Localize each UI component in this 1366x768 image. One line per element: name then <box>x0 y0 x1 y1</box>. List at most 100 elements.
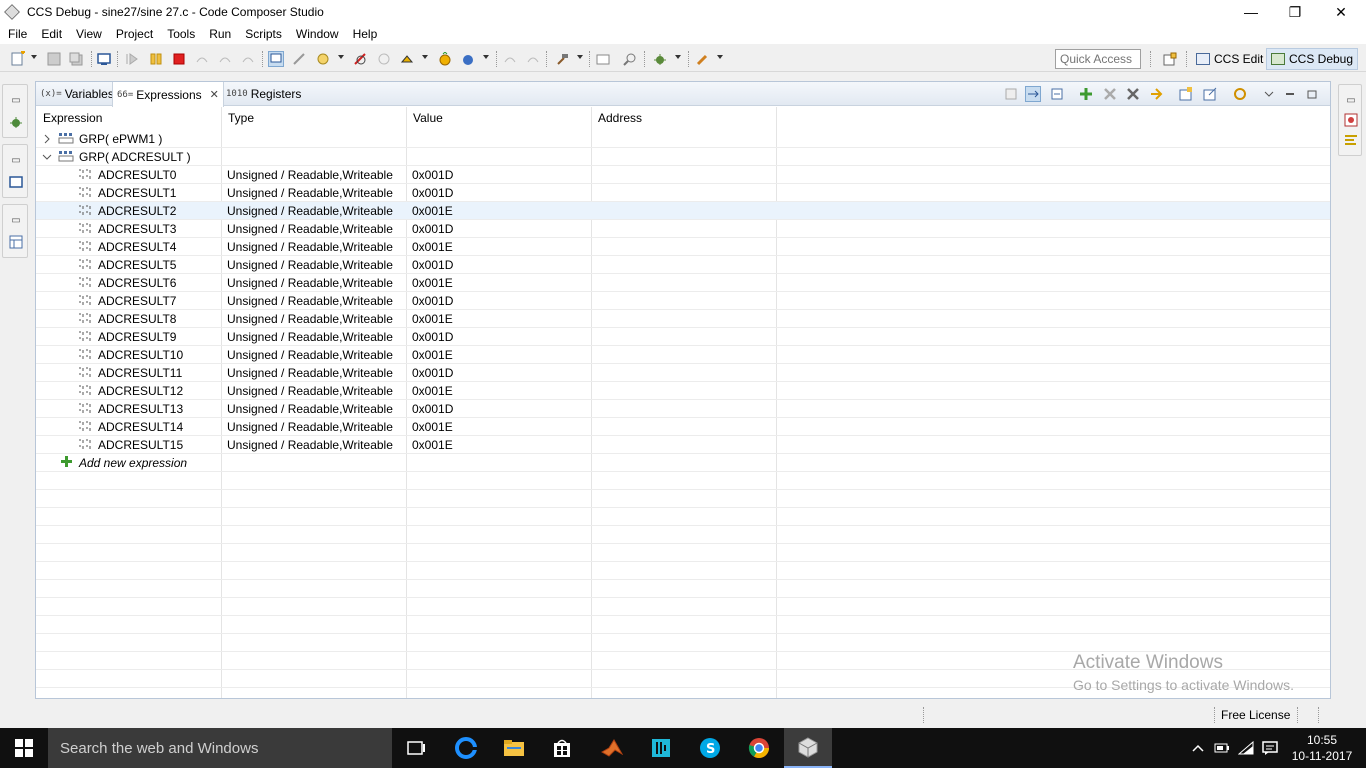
console-view-icon[interactable] <box>1343 133 1359 147</box>
build-config-icon[interactable] <box>460 51 476 67</box>
pin-app-icon[interactable] <box>637 728 685 768</box>
value-cell[interactable]: 0x001E <box>412 202 453 220</box>
debug-bug-dropdown-icon[interactable] <box>675 55 681 59</box>
step-back-icon[interactable] <box>502 51 518 67</box>
value-cell[interactable]: 0x001E <box>412 310 453 328</box>
show-type-icon[interactable] <box>1025 86 1041 102</box>
save-icon[interactable] <box>46 51 62 67</box>
task-view-icon[interactable] <box>392 728 440 768</box>
store-icon[interactable] <box>538 728 586 768</box>
import-icon[interactable] <box>1178 86 1194 102</box>
resume-icon[interactable] <box>124 51 140 67</box>
debug-config-icon[interactable] <box>437 51 453 67</box>
menu-project[interactable]: Project <box>109 27 160 41</box>
flash-icon[interactable] <box>399 51 415 67</box>
show-hidden-icons-icon[interactable] <box>1188 728 1208 768</box>
connect-icon[interactable] <box>291 51 307 67</box>
step-into-icon[interactable] <box>194 51 210 67</box>
memory-view-icon[interactable] <box>1343 113 1359 127</box>
load-dropdown-icon[interactable] <box>338 55 344 59</box>
menu-run[interactable]: Run <box>202 27 238 41</box>
value-cell[interactable]: 0x001D <box>412 292 453 310</box>
new-dropdown-icon[interactable] <box>31 55 37 59</box>
menu-scripts[interactable]: Scripts <box>238 27 289 41</box>
refresh-icon[interactable] <box>1148 86 1164 102</box>
quick-access-input[interactable] <box>1055 49 1141 69</box>
table-row[interactable]: ADCRESULT5 Unsigned / Readable,Writeable 0… <box>36 256 1330 274</box>
step-over-icon[interactable] <box>217 51 233 67</box>
close-tab-icon[interactable]: ✕ <box>210 88 219 101</box>
menu-edit[interactable]: Edit <box>34 27 69 41</box>
collapse-all-icon[interactable] <box>1049 86 1065 102</box>
table-row[interactable]: ADCRESULT11 Unsigned / Readable,Writeable… <box>36 364 1330 382</box>
restore-button[interactable]: ❐ <box>1272 0 1318 24</box>
terminate-icon[interactable] <box>171 51 187 67</box>
disconnect-icon[interactable] <box>352 51 368 67</box>
open-console-icon[interactable] <box>595 51 611 67</box>
notifications-icon[interactable] <box>1260 728 1280 768</box>
table-row[interactable]: ADCRESULT12 Unsigned / Readable,Writeable… <box>36 382 1330 400</box>
wifi-icon[interactable] <box>1236 728 1256 768</box>
column-header-address[interactable]: Address <box>591 107 776 129</box>
value-cell[interactable]: 0x001D <box>412 166 453 184</box>
tab-variables[interactable]: (x)= Variables <box>36 82 118 106</box>
menu-file[interactable]: File <box>0 27 34 41</box>
table-row[interactable]: ADCRESULT10 Unsigned / Readable,Writeable… <box>36 346 1330 364</box>
menu-tools[interactable]: Tools <box>160 27 202 41</box>
export-icon[interactable] <box>1202 86 1218 102</box>
table-row[interactable]: ADCRESULT0 Unsigned / Readable,Writeable 0… <box>36 166 1330 184</box>
restore-icon[interactable]: ▭ <box>8 153 24 167</box>
table-row[interactable]: ADCRESULT15 Unsigned / Readable,Writeable… <box>36 436 1330 454</box>
table-row[interactable]: ADCRESULT7 Unsigned / Readable,Writeable 0… <box>36 292 1330 310</box>
table-row[interactable]: ADCRESULT14 Unsigned / Readable,Writeable… <box>36 418 1330 436</box>
build-hammer-icon[interactable] <box>554 51 570 67</box>
value-cell[interactable]: 0x001D <box>412 328 453 346</box>
expand-icon[interactable] <box>41 130 53 148</box>
collapse-icon[interactable] <box>1003 86 1019 102</box>
debug-bug-icon[interactable] <box>652 51 668 67</box>
save-all-icon[interactable] <box>68 51 84 67</box>
maximize-view-icon[interactable] <box>1304 86 1320 102</box>
value-cell[interactable]: 0x001E <box>412 436 453 454</box>
table-row[interactable]: ADCRESULT6 Unsigned / Readable,Writeable 0… <box>36 274 1330 292</box>
editor-view-icon[interactable] <box>8 175 24 189</box>
value-cell[interactable]: 0x001E <box>412 346 453 364</box>
menu-window[interactable]: Window <box>289 27 346 41</box>
tab-expressions[interactable]: 66= Expressions ✕ <box>112 82 224 107</box>
debug-view-icon[interactable] <box>96 51 112 67</box>
suspend-icon[interactable] <box>148 51 164 67</box>
value-cell[interactable]: 0x001E <box>412 238 453 256</box>
close-button[interactable]: ✕ <box>1318 0 1364 24</box>
restore-icon[interactable]: ▭ <box>1343 93 1359 107</box>
minimize-view-icon[interactable] <box>1282 86 1298 102</box>
restore-icon[interactable]: ▭ <box>8 213 24 227</box>
view-menu-icon[interactable] <box>1261 86 1277 102</box>
license-status[interactable]: Free License <box>1221 708 1290 722</box>
edge-browser-icon[interactable] <box>442 728 490 768</box>
restart-icon[interactable] <box>376 51 392 67</box>
menu-help[interactable]: Help <box>346 27 385 41</box>
table-row[interactable]: ADCRESULT9 Unsigned / Readable,Writeable 0… <box>36 328 1330 346</box>
value-cell[interactable]: 0x001D <box>412 184 453 202</box>
search-icon[interactable] <box>622 51 638 67</box>
table-row-group-epwm1[interactable]: GRP( ePWM1 ) <box>36 130 1330 148</box>
collapse-group-icon[interactable] <box>41 148 53 166</box>
menu-view[interactable]: View <box>69 27 109 41</box>
table-row[interactable]: ADCRESULT3 Unsigned / Readable,Writeable 0… <box>36 220 1330 238</box>
table-row[interactable]: ADCRESULT8 Unsigned / Readable,Writeable 0… <box>36 310 1330 328</box>
external-tools-dropdown-icon[interactable] <box>717 55 723 59</box>
value-cell[interactable]: 0x001D <box>412 256 453 274</box>
start-button[interactable] <box>0 728 48 768</box>
minimize-button[interactable]: — <box>1228 0 1274 24</box>
continuous-refresh-icon[interactable] <box>1232 86 1248 102</box>
column-header-expression[interactable]: Expression <box>36 107 221 129</box>
table-row[interactable]: ADCRESULT4 Unsigned / Readable,Writeable 0… <box>36 238 1330 256</box>
value-cell[interactable]: 0x001E <box>412 382 453 400</box>
step-forward-icon[interactable] <box>525 51 541 67</box>
remove-expression-icon[interactable] <box>1102 86 1118 102</box>
tab-registers[interactable]: 1010 Registers <box>222 82 305 106</box>
code-composer-studio-taskbar-icon[interactable] <box>784 728 832 768</box>
restore-icon[interactable]: ▭ <box>8 93 24 107</box>
add-new-expression-row[interactable]: Add new expression <box>36 454 1330 472</box>
debug-view-bug-icon[interactable] <box>8 115 24 129</box>
